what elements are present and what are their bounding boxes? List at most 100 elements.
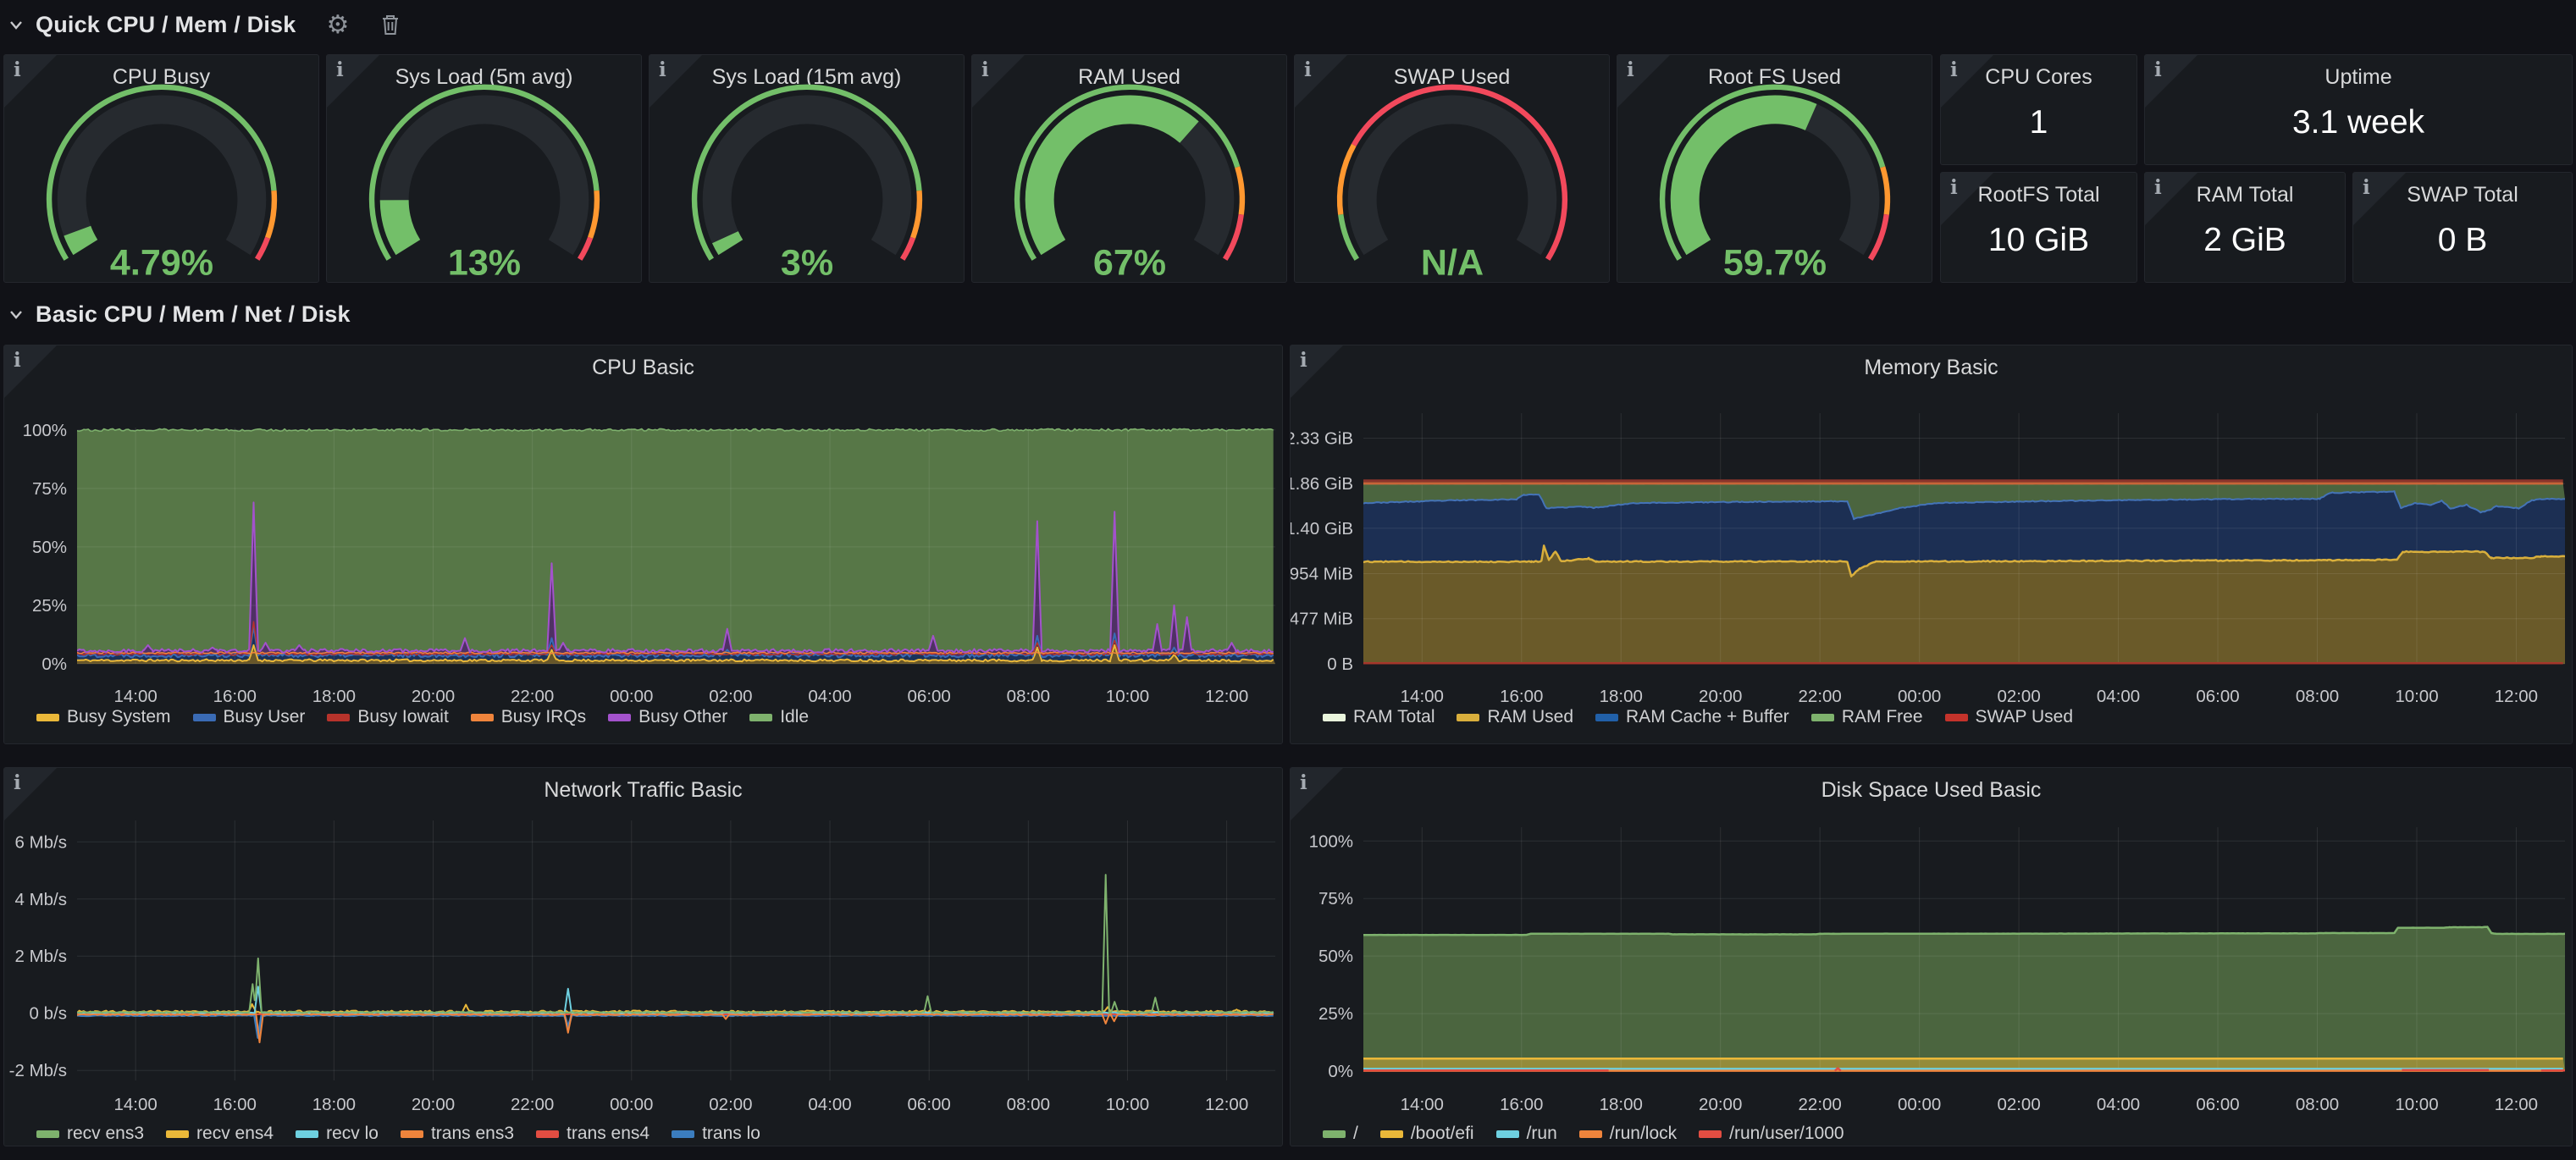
legend-item-trans ens4[interactable]: trans ens4	[536, 1124, 650, 1144]
legend-swatch	[327, 714, 350, 721]
x-tick-label: 04:00	[2097, 687, 2140, 706]
chart-canvas[interactable]: 0%25%50%75%100%14:0016:0018:0020:0022:00…	[1291, 768, 2572, 1146]
legend-swatch	[1380, 1130, 1403, 1138]
panel-gauge-2: iSys Load (15m avg)3%	[649, 54, 965, 283]
x-tick-label: 22:00	[511, 1095, 554, 1114]
stat-value: 1	[1941, 104, 2137, 141]
panel-title[interactable]: RAM Total	[2145, 183, 2345, 207]
legend-label: recv ens3	[67, 1124, 144, 1144]
series-line-recv ens3	[77, 875, 1274, 1013]
y-tick-label: 2.33 GiB	[1291, 428, 1353, 448]
x-tick-label: 22:00	[511, 687, 554, 706]
legend-item-RAM Used[interactable]: RAM Used	[1457, 707, 1573, 727]
legend-item-trans lo[interactable]: trans lo	[672, 1124, 760, 1144]
x-tick-label: 08:00	[2296, 1095, 2339, 1114]
x-tick-label: 04:00	[808, 687, 851, 706]
legend-label: RAM Total	[1353, 707, 1434, 727]
chart-canvas[interactable]: -2 Mb/s0 b/s2 Mb/s4 Mb/s6 Mb/s14:0016:00…	[4, 768, 1282, 1146]
y-tick-label: 4 Mb/s	[14, 890, 67, 909]
trash-icon[interactable]	[379, 12, 401, 37]
x-tick-label: 14:00	[113, 1095, 157, 1114]
x-tick-label: 02:00	[709, 1095, 752, 1114]
x-tick-label: 20:00	[412, 687, 455, 706]
panel-stat-0: iCPU Cores1	[1940, 54, 2137, 165]
chart-canvas[interactable]: 0%25%50%75%100%14:0016:0018:0020:0022:00…	[4, 345, 1282, 743]
legend-item-RAM Cache + Buffer[interactable]: RAM Cache + Buffer	[1595, 707, 1789, 727]
x-tick-label: 22:00	[1799, 687, 1842, 706]
legend-swatch	[536, 1130, 559, 1138]
x-tick-label: 18:00	[312, 687, 356, 706]
legend-label: /boot/efi	[1411, 1124, 1474, 1144]
legend-label: /run/user/1000	[1729, 1124, 1844, 1144]
y-tick-label: 6 Mb/s	[14, 832, 67, 852]
x-tick-label: 02:00	[1997, 687, 2040, 706]
row-title[interactable]: Basic CPU / Mem / Net / Disk	[36, 301, 351, 328]
panel-gauge-0: iCPU Busy4.79%	[3, 54, 319, 283]
legend-item-/run/lock[interactable]: /run/lock	[1579, 1124, 1677, 1144]
gauge-value-arc	[395, 200, 408, 247]
legend-item-/[interactable]: /	[1323, 1124, 1358, 1144]
legend-label: recv lo	[326, 1124, 379, 1144]
legend-item-Busy Other[interactable]: Busy Other	[608, 707, 727, 727]
y-tick-label: 75%	[32, 479, 67, 499]
legend-item-Busy System[interactable]: Busy System	[36, 707, 171, 727]
chart-canvas[interactable]: 0 B477 MiB954 MiB1.40 GiB1.86 GiB2.33 Gi…	[1291, 345, 2572, 743]
x-tick-label: 14:00	[113, 687, 157, 706]
panel-title[interactable]: SWAP Total	[2353, 183, 2572, 207]
legend-label: /	[1353, 1124, 1358, 1144]
legend-swatch	[1457, 714, 1479, 721]
legend-label: Busy User	[224, 707, 306, 727]
x-tick-label: 20:00	[1699, 1095, 1742, 1114]
legend-swatch	[1811, 714, 1834, 721]
x-tick-label: 18:00	[312, 1095, 356, 1114]
y-tick-label: 477 MiB	[1291, 610, 1353, 629]
legend-item-recv ens3[interactable]: recv ens3	[36, 1124, 144, 1144]
legend-label: RAM Free	[1842, 707, 1923, 727]
x-tick-label: 10:00	[1106, 1095, 1149, 1114]
x-tick-label: 00:00	[1898, 1095, 1941, 1114]
legend-item-Idle[interactable]: Idle	[749, 707, 809, 727]
legend-label: Busy IRQs	[501, 707, 586, 727]
legend-swatch	[166, 1130, 189, 1138]
panel-chart-3: iDisk Space Used Basic0%25%50%75%100%14:…	[1290, 767, 2573, 1146]
chart-legend: RAM Total RAM Used RAM Cache + Buffer RAM F…	[1323, 707, 2073, 727]
legend-item-RAM Free[interactable]: RAM Free	[1811, 707, 1923, 727]
legend-item-Busy Iowait[interactable]: Busy Iowait	[327, 707, 448, 727]
series-fill-RAM Used	[1363, 545, 2565, 664]
legend-item-/boot/efi[interactable]: /boot/efi	[1380, 1124, 1474, 1144]
x-tick-label: 04:00	[2097, 1095, 2140, 1114]
legend-item-SWAP Used[interactable]: SWAP Used	[1945, 707, 2074, 727]
row-title[interactable]: Quick CPU / Mem / Disk	[36, 12, 296, 38]
row-header-quick[interactable]: Quick CPU / Mem / Disk ⚙	[0, 0, 401, 49]
legend-item-trans ens3[interactable]: trans ens3	[401, 1124, 514, 1144]
legend-item-/run[interactable]: /run	[1496, 1124, 1557, 1144]
legend-item-Busy User[interactable]: Busy User	[193, 707, 306, 727]
legend-label: SWAP Used	[1976, 707, 2074, 727]
legend-item-/run/user/1000[interactable]: /run/user/1000	[1699, 1124, 1844, 1144]
panel-title[interactable]: RootFS Total	[1941, 183, 2137, 207]
legend-swatch	[36, 714, 59, 721]
x-tick-label: 10:00	[2395, 1095, 2438, 1114]
panel-gauge-4: iSWAP UsedN/A	[1294, 54, 1610, 283]
gauge: 3%	[667, 83, 947, 284]
panel-title[interactable]: CPU Cores	[1941, 65, 2137, 90]
chevron-down-icon[interactable]	[8, 17, 24, 32]
gauge-value-text: 4.79%	[110, 243, 213, 284]
y-tick-label: 50%	[32, 538, 67, 557]
legend-label: Idle	[780, 707, 809, 727]
gauge-value-text: 67%	[1093, 243, 1166, 284]
panel-gauge-1: iSys Load (5m avg)13%	[326, 54, 642, 283]
legend-item-Busy IRQs[interactable]: Busy IRQs	[471, 707, 586, 727]
legend-label: trans lo	[702, 1124, 760, 1144]
x-tick-label: 16:00	[1500, 687, 1543, 706]
row-header-basic[interactable]: Basic CPU / Mem / Net / Disk	[0, 290, 351, 339]
legend-item-recv lo[interactable]: recv lo	[296, 1124, 379, 1144]
x-tick-label: 14:00	[1401, 687, 1444, 706]
panel-title[interactable]: Uptime	[2145, 65, 2572, 90]
legend-label: trans ens3	[431, 1124, 514, 1144]
x-tick-label: 20:00	[1699, 687, 1742, 706]
legend-item-recv ens4[interactable]: recv ens4	[166, 1124, 274, 1144]
chevron-down-icon[interactable]	[8, 307, 24, 322]
gear-icon[interactable]: ⚙	[327, 10, 350, 40]
legend-item-RAM Total[interactable]: RAM Total	[1323, 707, 1434, 727]
